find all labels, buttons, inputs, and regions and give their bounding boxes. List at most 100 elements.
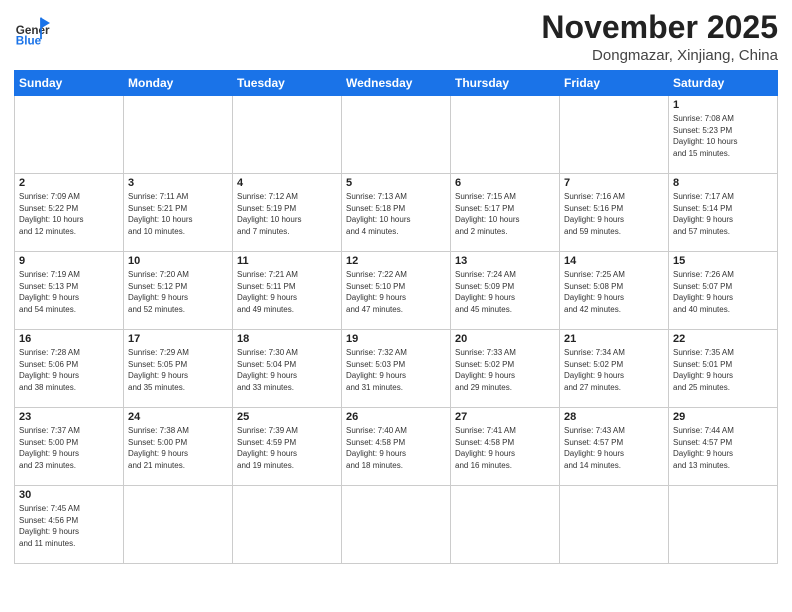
calendar-week-row: 30 Sunrise: 7:45 AM Sunset: 4:56 PM Dayli… [15, 486, 778, 564]
table-row: 22Sunrise: 7:35 AM Sunset: 5:01 PM Dayli… [669, 330, 778, 408]
day-number: 3 [128, 177, 228, 189]
calendar-week-row: 2 Sunrise: 7:09 AM Sunset: 5:22 PM Daylig… [15, 174, 778, 252]
title-block: November 2025 Dongmazar, Xinjiang, China [541, 10, 778, 64]
table-row: 7Sunrise: 7:16 AM Sunset: 5:16 PM Daylig… [560, 174, 669, 252]
table-row: 18 Sunrise: 7:30 AM Sunset: 5:04 PM Dayli… [233, 330, 342, 408]
svg-text:Blue: Blue [16, 35, 42, 48]
table-row: 17 Sunrise: 7:29 AM Sunset: 5:05 PM Dayli… [124, 330, 233, 408]
table-row: 13Sunrise: 7:24 AM Sunset: 5:09 PM Dayli… [451, 252, 560, 330]
day-number: 7 [564, 177, 664, 189]
day-number: 27 [455, 411, 555, 423]
day-info: Sunrise: 7:30 AM Sunset: 5:04 PM Dayligh… [237, 347, 337, 393]
day-number: 16 [19, 333, 119, 345]
weekday-header-row: Sunday Monday Tuesday Wednesday Thursday… [15, 71, 778, 96]
table-row [669, 486, 778, 564]
day-number: 29 [673, 411, 773, 423]
day-number: 2 [19, 177, 119, 189]
header-monday: Monday [124, 71, 233, 96]
day-info: Sunrise: 7:40 AM Sunset: 4:58 PM Dayligh… [346, 425, 446, 471]
day-info: Sunrise: 7:20 AM Sunset: 5:12 PM Dayligh… [128, 269, 228, 315]
calendar: Sunday Monday Tuesday Wednesday Thursday… [14, 70, 778, 564]
page: General Blue November 2025 Dongmazar, Xi… [0, 0, 792, 612]
month-title: November 2025 [541, 10, 778, 45]
table-row: 30 Sunrise: 7:45 AM Sunset: 4:56 PM Dayli… [15, 486, 124, 564]
day-info: Sunrise: 7:37 AM Sunset: 5:00 PM Dayligh… [19, 425, 119, 471]
table-row: 8Sunrise: 7:17 AM Sunset: 5:14 PM Daylig… [669, 174, 778, 252]
table-row: 3 Sunrise: 7:11 AM Sunset: 5:21 PM Daylig… [124, 174, 233, 252]
day-number: 8 [673, 177, 773, 189]
day-info: Sunrise: 7:44 AM Sunset: 4:57 PM Dayligh… [673, 425, 773, 471]
day-number: 28 [564, 411, 664, 423]
calendar-week-row: 9Sunrise: 7:19 AM Sunset: 5:13 PM Daylig… [15, 252, 778, 330]
table-row [451, 486, 560, 564]
day-number: 12 [346, 255, 446, 267]
day-number: 22 [673, 333, 773, 345]
day-number: 14 [564, 255, 664, 267]
table-row: 4Sunrise: 7:12 AM Sunset: 5:19 PM Daylig… [233, 174, 342, 252]
day-info: Sunrise: 7:33 AM Sunset: 5:02 PM Dayligh… [455, 347, 555, 393]
day-number: 10 [128, 255, 228, 267]
day-number: 26 [346, 411, 446, 423]
calendar-week-row: 1Sunrise: 7:08 AM Sunset: 5:23 PM Daylig… [15, 96, 778, 174]
day-info: Sunrise: 7:25 AM Sunset: 5:08 PM Dayligh… [564, 269, 664, 315]
day-info: Sunrise: 7:29 AM Sunset: 5:05 PM Dayligh… [128, 347, 228, 393]
table-row: 28 Sunrise: 7:43 AM Sunset: 4:57 PM Dayli… [560, 408, 669, 486]
day-number: 25 [237, 411, 337, 423]
table-row [15, 96, 124, 174]
table-row: 9Sunrise: 7:19 AM Sunset: 5:13 PM Daylig… [15, 252, 124, 330]
table-row: 10 Sunrise: 7:20 AM Sunset: 5:12 PM Dayli… [124, 252, 233, 330]
day-info: Sunrise: 7:09 AM Sunset: 5:22 PM Dayligh… [19, 191, 119, 237]
day-info: Sunrise: 7:15 AM Sunset: 5:17 PM Dayligh… [455, 191, 555, 237]
day-number: 5 [346, 177, 446, 189]
day-info: Sunrise: 7:34 AM Sunset: 5:02 PM Dayligh… [564, 347, 664, 393]
day-info: Sunrise: 7:19 AM Sunset: 5:13 PM Dayligh… [19, 269, 119, 315]
table-row: 12 Sunrise: 7:22 AM Sunset: 5:10 PM Dayli… [342, 252, 451, 330]
day-number: 15 [673, 255, 773, 267]
table-row: 29 Sunrise: 7:44 AM Sunset: 4:57 PM Dayli… [669, 408, 778, 486]
table-row: 21Sunrise: 7:34 AM Sunset: 5:02 PM Dayli… [560, 330, 669, 408]
table-row: 11 Sunrise: 7:21 AM Sunset: 5:11 PM Dayli… [233, 252, 342, 330]
day-info: Sunrise: 7:28 AM Sunset: 5:06 PM Dayligh… [19, 347, 119, 393]
day-number: 17 [128, 333, 228, 345]
day-number: 20 [455, 333, 555, 345]
day-info: Sunrise: 7:13 AM Sunset: 5:18 PM Dayligh… [346, 191, 446, 237]
table-row: 16 Sunrise: 7:28 AM Sunset: 5:06 PM Dayli… [15, 330, 124, 408]
table-row: 25 Sunrise: 7:39 AM Sunset: 4:59 PM Dayli… [233, 408, 342, 486]
day-number: 30 [19, 489, 119, 501]
table-row [342, 96, 451, 174]
day-number: 19 [346, 333, 446, 345]
table-row: 15 Sunrise: 7:26 AM Sunset: 5:07 PM Dayli… [669, 252, 778, 330]
table-row: 24 Sunrise: 7:38 AM Sunset: 5:00 PM Dayli… [124, 408, 233, 486]
day-info: Sunrise: 7:22 AM Sunset: 5:10 PM Dayligh… [346, 269, 446, 315]
header-saturday: Saturday [669, 71, 778, 96]
day-info: Sunrise: 7:39 AM Sunset: 4:59 PM Dayligh… [237, 425, 337, 471]
day-info: Sunrise: 7:11 AM Sunset: 5:21 PM Dayligh… [128, 191, 228, 237]
day-number: 18 [237, 333, 337, 345]
header-wednesday: Wednesday [342, 71, 451, 96]
header-tuesday: Tuesday [233, 71, 342, 96]
table-row: 2 Sunrise: 7:09 AM Sunset: 5:22 PM Daylig… [15, 174, 124, 252]
logo-icon: General Blue [14, 14, 50, 50]
table-row [233, 96, 342, 174]
day-info: Sunrise: 7:08 AM Sunset: 5:23 PM Dayligh… [673, 113, 773, 159]
day-number: 6 [455, 177, 555, 189]
table-row: 5 Sunrise: 7:13 AM Sunset: 5:18 PM Daylig… [342, 174, 451, 252]
calendar-week-row: 16 Sunrise: 7:28 AM Sunset: 5:06 PM Dayli… [15, 330, 778, 408]
day-info: Sunrise: 7:41 AM Sunset: 4:58 PM Dayligh… [455, 425, 555, 471]
day-info: Sunrise: 7:38 AM Sunset: 5:00 PM Dayligh… [128, 425, 228, 471]
day-info: Sunrise: 7:21 AM Sunset: 5:11 PM Dayligh… [237, 269, 337, 315]
day-info: Sunrise: 7:45 AM Sunset: 4:56 PM Dayligh… [19, 503, 119, 549]
day-info: Sunrise: 7:26 AM Sunset: 5:07 PM Dayligh… [673, 269, 773, 315]
table-row: 1Sunrise: 7:08 AM Sunset: 5:23 PM Daylig… [669, 96, 778, 174]
day-number: 24 [128, 411, 228, 423]
table-row [124, 486, 233, 564]
table-row: 20 Sunrise: 7:33 AM Sunset: 5:02 PM Dayli… [451, 330, 560, 408]
calendar-week-row: 23Sunrise: 7:37 AM Sunset: 5:00 PM Dayli… [15, 408, 778, 486]
day-number: 11 [237, 255, 337, 267]
table-row [342, 486, 451, 564]
table-row: 26 Sunrise: 7:40 AM Sunset: 4:58 PM Dayli… [342, 408, 451, 486]
day-info: Sunrise: 7:32 AM Sunset: 5:03 PM Dayligh… [346, 347, 446, 393]
day-info: Sunrise: 7:12 AM Sunset: 5:19 PM Dayligh… [237, 191, 337, 237]
day-info: Sunrise: 7:43 AM Sunset: 4:57 PM Dayligh… [564, 425, 664, 471]
header-thursday: Thursday [451, 71, 560, 96]
